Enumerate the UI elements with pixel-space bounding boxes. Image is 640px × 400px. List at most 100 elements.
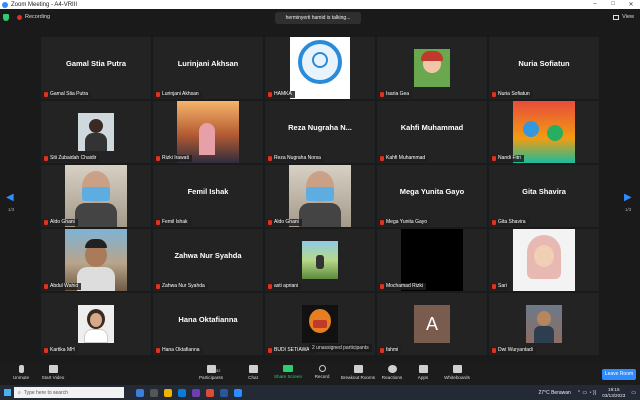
participant-name: Nandi Fitri [498,155,521,161]
minimize-icon[interactable]: – [586,1,604,8]
microphone-muted-icon [492,348,496,353]
tray-icons[interactable]: ⌃ ▭ ◔ )) [577,390,596,396]
previous-page-arrow-icon[interactable]: ◀ [6,192,14,203]
start-button[interactable] [0,385,14,400]
video-shape [89,119,103,133]
browser-icon[interactable] [136,388,144,397]
video-shape [534,326,554,343]
participant-video [302,241,338,279]
video-shape [75,203,117,227]
participant-tile[interactable]: asti apriani [265,229,375,291]
participant-tile[interactable]: Mochamad Rizki [377,229,487,291]
microphone-muted-icon [268,92,272,97]
participant-video [65,229,127,291]
microphone-muted-icon [156,348,160,353]
participant-tile[interactable]: Aldo Ghani [41,165,151,227]
video-shape [77,267,115,291]
security-shield-icon[interactable] [3,13,9,21]
participant-tile[interactable]: Reza Nugraha N... Reza Nugraha Norsa [265,101,375,163]
weather-widget[interactable]: 27°C Berawan [539,390,571,396]
participant-tile[interactable]: Abdul Wahid [41,229,151,291]
participant-tile[interactable]: Femil Ishak Femil Ishak [153,165,263,227]
participant-name-label: Gita Shavira [490,219,529,226]
participant-name: Mega Yunita Gayo [386,219,428,225]
task-view-icon[interactable] [150,388,158,397]
search-placeholder: Type here to search [23,389,69,396]
microphone-muted-icon [268,348,272,353]
participant-name-label: Isaria Gea [378,91,413,98]
zoom-logo-icon [2,1,8,8]
start-video-button[interactable]: Start Video [32,365,74,380]
participant-tile[interactable]: Lurinjani Akhsan Lurinjani Akhsan [153,37,263,99]
participant-tile[interactable]: Kartika MH [41,293,151,355]
participant-tile[interactable]: Isaria Gea [377,37,487,99]
participants-count: 52 [216,368,221,373]
participant-video [78,305,114,343]
participant-name-label: Kahfi Muhammad [378,155,429,162]
participants-button[interactable]: 52 Participants [190,365,232,380]
edge-icon[interactable] [178,388,186,397]
store-icon[interactable] [192,388,200,397]
participant-name-label: HAMKA [266,91,295,98]
participant-video [177,101,239,163]
chrome-icon[interactable] [206,388,214,397]
participant-name-label: Kartika MH [42,347,78,354]
whiteboards-button[interactable]: Whiteboards [436,365,478,380]
participant-tile[interactable]: Aldo Ghani [265,165,375,227]
participant-name-label: Abdul Wahid [42,283,82,290]
participant-tile[interactable]: Zahwa Nur Syahda Zahwa Nur Syahda [153,229,263,291]
participant-name: Aldo Ghani [50,219,75,225]
leave-room-button[interactable]: Leave Room [602,369,636,380]
participant-name: Rizki Irawati [162,155,189,161]
taskbar-search[interactable]: ⌕ Type here to search [14,387,124,398]
clock[interactable]: 19:15 03/13/2023 [602,387,625,399]
video-shape [316,255,324,269]
pinned-apps [136,388,242,397]
participant-tile[interactable]: Sari [489,229,599,291]
participant-tile[interactable]: HAMKA [265,37,375,99]
participants-icon [206,365,216,373]
participant-display-name: Kahfi Muhammad [400,123,464,132]
page-indicator-right: 1/3 [625,207,632,212]
chat-icon [248,365,258,373]
participant-tile[interactable]: Dwi Wuryantadi [489,293,599,355]
participant-tile[interactable]: Hana Oktafianna Hana Oktafianna [153,293,263,355]
maximize-icon[interactable]: □ [604,1,622,8]
file-explorer-icon[interactable] [164,388,172,397]
participant-name: Zahwa Nur Syahda [162,283,205,289]
video-shape [313,320,327,328]
participant-name: Kartika MH [50,347,75,353]
record-icon [318,365,326,372]
clock-date: 03/13/2023 [602,392,626,398]
next-page-arrow-icon[interactable]: ▶ [624,192,632,203]
participant-video [78,113,114,151]
participant-name-label: Zahwa Nur Syahda [154,283,208,290]
reactions-icon [387,365,397,373]
unassigned-participants-notice[interactable]: 2 unassigned participants [309,344,372,352]
participant-tile[interactable]: Rizki Irawati [153,101,263,163]
close-icon[interactable]: ✕ [622,1,640,8]
microphone-muted-icon [380,284,384,289]
page-indicator-left: 1/3 [8,207,15,212]
participant-name: Nuria Sofiatun [498,91,530,97]
record-label: Record [314,374,330,379]
participant-name: asti apriani [274,283,299,289]
participant-name-label: Femil Ishak [154,219,191,226]
participant-display-name: Reza Nugraha N... [288,123,352,132]
view-button[interactable]: View [613,14,634,20]
participant-name-label: asti apriani [266,283,302,290]
notifications-icon[interactable]: ▭ [631,390,636,396]
participant-video [513,101,575,163]
participant-tile[interactable]: Siti Zubaidah Chaidir [41,101,151,163]
window-controls: – □ ✕ [586,1,640,8]
word-icon[interactable] [220,388,228,397]
participant-tile[interactable]: Nandi Fitri [489,101,599,163]
participant-tile[interactable]: Gamal Stia Putra Gamal Stia Putra [41,37,151,99]
participant-tile[interactable]: Nuria Sofiatun Nuria Sofiatun [489,37,599,99]
microphone-muted-icon [380,156,384,161]
participant-tile[interactable]: Afahmi [377,293,487,355]
zoom-app-icon[interactable] [234,388,242,397]
participant-tile[interactable]: Gita Shavira Gita Shavira [489,165,599,227]
participant-tile[interactable]: Kahfi Muhammad Kahfi Muhammad [377,101,487,163]
participant-tile[interactable]: Mega Yunita Gayo Mega Yunita Gayo [377,165,487,227]
